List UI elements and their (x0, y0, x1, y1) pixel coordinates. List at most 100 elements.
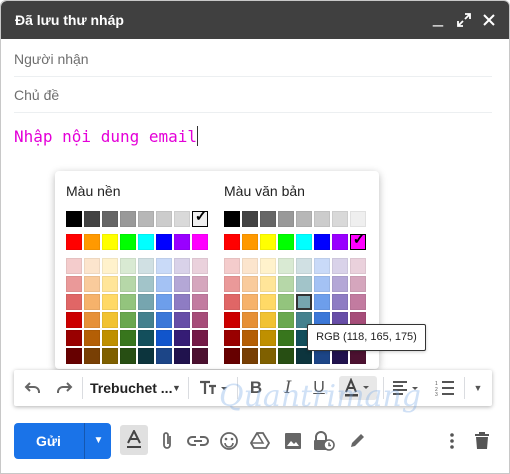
color-swatch[interactable] (260, 276, 276, 292)
color-swatch[interactable] (296, 294, 312, 310)
color-swatch[interactable] (260, 234, 276, 250)
color-swatch[interactable] (242, 294, 258, 310)
color-swatch[interactable] (102, 312, 118, 328)
color-swatch[interactable] (192, 258, 208, 274)
color-swatch[interactable] (102, 211, 118, 227)
font-family-select[interactable]: Trebuchet ... ▼ (90, 376, 182, 400)
schedule-send-dropdown[interactable]: ▼ (86, 423, 111, 459)
google-drive-icon[interactable] (248, 428, 272, 454)
color-swatch[interactable] (224, 234, 240, 250)
recipients-field[interactable]: Người nhận (14, 41, 492, 77)
send-button[interactable]: Gửi ▼ (14, 423, 111, 459)
color-swatch[interactable] (138, 258, 154, 274)
discard-draft-icon[interactable] (470, 428, 494, 454)
color-swatch[interactable] (84, 330, 100, 346)
color-swatch[interactable] (174, 211, 190, 227)
color-swatch[interactable] (224, 211, 240, 227)
color-swatch[interactable] (278, 294, 294, 310)
color-swatch[interactable] (156, 211, 172, 227)
color-swatch[interactable] (84, 258, 100, 274)
color-swatch[interactable] (242, 276, 258, 292)
bold-icon[interactable]: B (244, 376, 268, 400)
color-swatch[interactable] (156, 348, 172, 364)
color-swatch[interactable] (174, 330, 190, 346)
color-swatch[interactable] (296, 211, 312, 227)
color-swatch[interactable]: ✓ (192, 209, 208, 227)
color-swatch[interactable] (314, 234, 330, 250)
color-swatch[interactable] (174, 348, 190, 364)
undo-icon[interactable] (20, 376, 46, 400)
color-swatch[interactable] (224, 276, 240, 292)
insert-photo-icon[interactable] (281, 428, 305, 454)
color-swatch[interactable] (66, 276, 82, 292)
color-swatch[interactable] (138, 276, 154, 292)
color-swatch[interactable] (314, 294, 330, 310)
color-swatch[interactable] (102, 234, 118, 250)
color-swatch[interactable] (224, 330, 240, 346)
color-swatch[interactable] (84, 276, 100, 292)
formatting-options-icon[interactable] (120, 425, 148, 455)
color-swatch[interactable] (296, 234, 312, 250)
color-swatch[interactable] (224, 348, 240, 364)
color-swatch[interactable] (120, 348, 136, 364)
color-swatch[interactable] (120, 330, 136, 346)
minimize-icon[interactable]: _ (428, 8, 448, 30)
underline-icon[interactable]: U (307, 376, 331, 400)
color-swatch[interactable] (156, 330, 172, 346)
color-swatch[interactable] (242, 348, 258, 364)
color-swatch[interactable] (192, 276, 208, 292)
color-swatch[interactable]: ✓ (350, 232, 366, 250)
color-swatch[interactable] (192, 294, 208, 310)
font-size-icon[interactable] (196, 376, 232, 400)
color-swatch[interactable] (66, 348, 82, 364)
color-swatch[interactable] (242, 234, 258, 250)
color-swatch[interactable] (174, 258, 190, 274)
color-swatch[interactable] (350, 276, 366, 292)
color-swatch[interactable] (84, 294, 100, 310)
color-swatch[interactable] (192, 234, 208, 250)
color-swatch[interactable] (296, 276, 312, 292)
color-swatch[interactable] (156, 294, 172, 310)
color-swatch[interactable] (278, 234, 294, 250)
color-swatch[interactable] (192, 330, 208, 346)
color-swatch[interactable] (260, 348, 276, 364)
color-swatch[interactable] (138, 294, 154, 310)
color-swatch[interactable] (84, 211, 100, 227)
color-swatch[interactable] (242, 258, 258, 274)
color-swatch[interactable] (224, 312, 240, 328)
color-swatch[interactable] (224, 294, 240, 310)
message-body[interactable]: Nhập nội dung email (14, 126, 199, 146)
color-swatch[interactable] (120, 276, 136, 292)
color-swatch[interactable] (66, 234, 82, 250)
insert-emoji-icon[interactable] (217, 428, 241, 454)
color-swatch[interactable] (332, 294, 348, 310)
color-swatch[interactable] (260, 294, 276, 310)
color-swatch[interactable] (314, 276, 330, 292)
color-swatch[interactable] (102, 348, 118, 364)
color-swatch[interactable] (138, 312, 154, 328)
color-swatch[interactable] (278, 330, 294, 346)
color-swatch[interactable] (66, 294, 82, 310)
color-swatch[interactable] (66, 258, 82, 274)
color-swatch[interactable] (120, 294, 136, 310)
color-swatch[interactable] (192, 348, 208, 364)
color-swatch[interactable] (350, 258, 366, 274)
color-swatch[interactable] (242, 211, 258, 227)
color-swatch[interactable] (332, 234, 348, 250)
color-swatch[interactable] (66, 330, 82, 346)
color-swatch[interactable] (102, 294, 118, 310)
insert-link-icon[interactable] (185, 428, 211, 454)
color-swatch[interactable] (260, 312, 276, 328)
color-swatch[interactable] (278, 312, 294, 328)
color-swatch[interactable] (332, 276, 348, 292)
color-swatch[interactable] (278, 348, 294, 364)
color-swatch[interactable] (120, 258, 136, 274)
color-swatch[interactable] (120, 234, 136, 250)
color-swatch[interactable] (314, 258, 330, 274)
color-swatch[interactable] (260, 211, 276, 227)
attach-file-icon[interactable] (155, 428, 179, 454)
color-swatch[interactable] (314, 211, 330, 227)
color-swatch[interactable] (156, 276, 172, 292)
color-swatch[interactable] (102, 330, 118, 346)
color-swatch[interactable] (278, 258, 294, 274)
